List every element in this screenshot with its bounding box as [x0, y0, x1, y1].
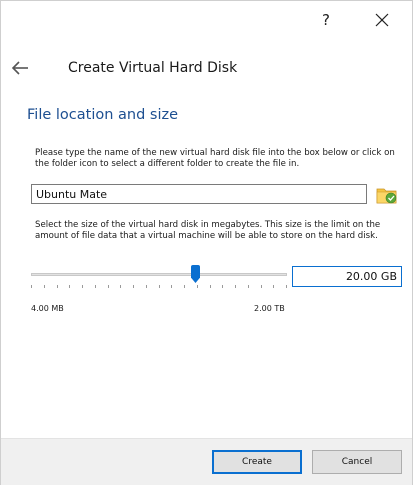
size-slider-tick	[171, 285, 172, 288]
size-slider-tick	[120, 285, 121, 288]
size-max-label: 2.00 TB	[254, 304, 285, 313]
size-slider[interactable]	[31, 265, 287, 289]
size-slider-tick	[210, 285, 211, 288]
size-slider-tick	[197, 285, 198, 288]
size-slider-ticks	[31, 285, 287, 289]
size-slider-tick	[159, 285, 160, 288]
back-button[interactable]	[9, 57, 31, 79]
wizard-title: Create Virtual Hard Disk	[68, 60, 238, 76]
size-slider-tick	[184, 285, 185, 288]
size-slider-tick	[82, 285, 83, 288]
help-button[interactable]: ?	[313, 7, 339, 33]
size-slider-tick	[108, 285, 109, 288]
size-slider-tick	[286, 285, 287, 288]
close-button[interactable]	[369, 7, 395, 33]
close-icon	[375, 13, 389, 27]
cancel-button[interactable]: Cancel	[312, 450, 402, 474]
folder-icon	[376, 188, 397, 204]
size-slider-tick	[146, 285, 147, 288]
size-slider-tick	[44, 285, 45, 288]
back-arrow-icon	[11, 61, 28, 75]
size-slider-tick	[273, 285, 274, 288]
section-title: File location and size	[27, 107, 179, 123]
file-location-description: Please type the name of the new virtual …	[35, 148, 395, 169]
size-slider-tick	[235, 285, 236, 288]
size-slider-tick	[261, 285, 262, 288]
file-location-input[interactable]	[31, 184, 367, 204]
size-slider-tick	[95, 285, 96, 288]
size-min-label: 4.00 MB	[31, 304, 64, 313]
size-slider-thumb[interactable]	[191, 265, 200, 283]
file-size-description: Select the size of the virtual hard disk…	[35, 220, 381, 241]
size-slider-track	[31, 273, 287, 276]
size-slider-tick	[31, 285, 32, 288]
size-slider-tick	[69, 285, 70, 288]
size-slider-tick	[248, 285, 249, 288]
choose-folder-button[interactable]	[376, 184, 398, 206]
size-slider-tick	[133, 285, 134, 288]
create-button[interactable]: Create	[212, 450, 302, 474]
dialog-footer: Create Cancel	[1, 438, 412, 485]
create-virtual-hard-disk-dialog: ? Create Virtual Hard Disk File location…	[0, 0, 413, 485]
size-slider-tick	[57, 285, 58, 288]
question-mark-icon: ?	[322, 11, 330, 29]
size-slider-tick	[222, 285, 223, 288]
size-input[interactable]	[292, 266, 402, 287]
